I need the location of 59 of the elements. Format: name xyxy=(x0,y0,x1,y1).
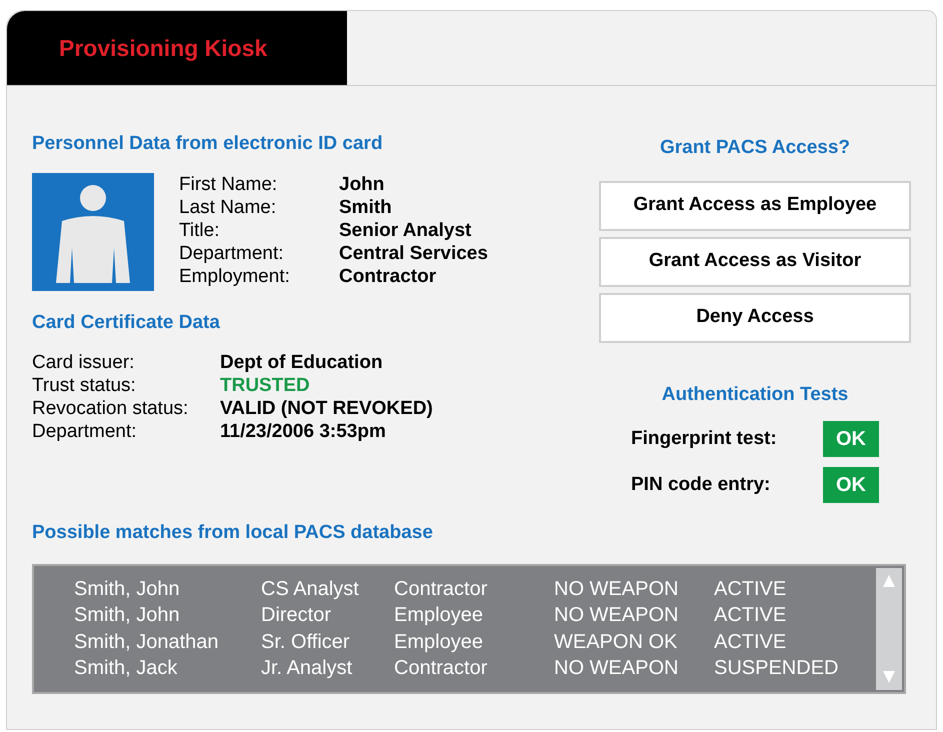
field-label: Trust status: xyxy=(32,374,137,397)
field-label: Title: xyxy=(179,218,220,242)
table-cell-text: ACTIVE xyxy=(714,630,788,654)
table-cell-text: Employee xyxy=(394,603,484,628)
field-label: Last Name: xyxy=(179,196,278,218)
table-cell-text: Jr. Analyst xyxy=(261,656,354,681)
person-avatar-icon xyxy=(32,172,154,290)
scroll-up-icon[interactable] xyxy=(882,574,896,588)
section-heading: Grant PACS Access? xyxy=(660,136,850,160)
table-cell-text: SUSPENDED xyxy=(714,656,840,681)
field-value: Smith xyxy=(339,196,392,218)
window-title: Provisioning Kiosk xyxy=(59,34,268,63)
table-cell-text: ACTIVE xyxy=(714,603,788,628)
field-label: Employment: xyxy=(179,264,291,288)
field-value: Dept of Education xyxy=(220,351,383,374)
field-label: First Name: xyxy=(179,172,278,196)
table-cell-text: NO WEAPON xyxy=(554,656,680,681)
table-cell-text: Sr. Officer xyxy=(261,630,351,654)
scrollbar[interactable] xyxy=(876,568,902,690)
table-row[interactable]: Smith, Jack Jr. Analyst Contractor NO WEAPON SUSPENDED xyxy=(74,655,874,682)
table-cell-text: CS Analyst xyxy=(261,576,360,602)
access-button[interactable]: Grant Access as Visitor xyxy=(599,236,911,286)
access-button[interactable]: Deny Access xyxy=(599,292,911,342)
section-heading: Personnel Data from electronic ID card xyxy=(32,132,384,156)
field-label: Revocation status: xyxy=(32,397,190,420)
field-label: Card issuer: xyxy=(32,351,136,374)
field-value: 11/23/2006 3:53pm xyxy=(220,420,386,443)
test-label: PIN code entry: xyxy=(631,472,770,497)
scroll-down-icon[interactable] xyxy=(882,670,896,684)
field-value: John xyxy=(339,172,384,196)
table-row[interactable]: Smith, Jonathan Sr. Officer Employee WEAPON OK ACTIVE xyxy=(74,628,874,655)
section-heading: Authentication Tests xyxy=(662,382,848,406)
result-badge: OK xyxy=(823,421,879,457)
table-cell-text: ACTIVE xyxy=(714,576,788,602)
table-row[interactable]: Smith, John Director Employee NO WEAPON ACTIVE xyxy=(74,602,874,628)
table-cell-text: NO WEAPON xyxy=(554,603,680,628)
table-cell-text: Smith, John xyxy=(74,603,181,628)
table-row[interactable]: Smith, John CS Analyst Contractor NO WEAPON ACTIVE xyxy=(74,576,874,602)
field-value: Contractor xyxy=(339,264,436,288)
field-value: VALID (NOT REVOKED) xyxy=(220,397,433,420)
section-heading: Card Certificate Data xyxy=(32,310,221,334)
field-label: Department: xyxy=(179,242,285,264)
field-label: Department: xyxy=(32,420,138,443)
result-badge: OK xyxy=(823,467,879,503)
table-cell-text: Smith, Jack xyxy=(74,656,178,681)
table-cell-text: Director xyxy=(261,603,332,628)
table-cell-text: Contractor xyxy=(394,576,488,602)
section-heading: Possible matches from local PACS database xyxy=(32,521,434,545)
table-cell-text: Smith, John xyxy=(74,576,181,602)
table-cell-text: WEAPON OK xyxy=(554,630,678,654)
field-value: Senior Analyst xyxy=(339,218,472,242)
field-value: Central Services xyxy=(339,242,488,264)
table-cell-text: Smith, Jonathan xyxy=(74,630,220,654)
access-button[interactable]: Grant Access as Employee xyxy=(599,180,911,230)
field-value: TRUSTED xyxy=(220,374,310,397)
table-cell-text: Contractor xyxy=(394,656,488,681)
table-cell-text: Employee xyxy=(394,630,484,654)
table-cell-text: NO WEAPON xyxy=(554,576,680,602)
test-label: Fingerprint test: xyxy=(631,426,777,451)
